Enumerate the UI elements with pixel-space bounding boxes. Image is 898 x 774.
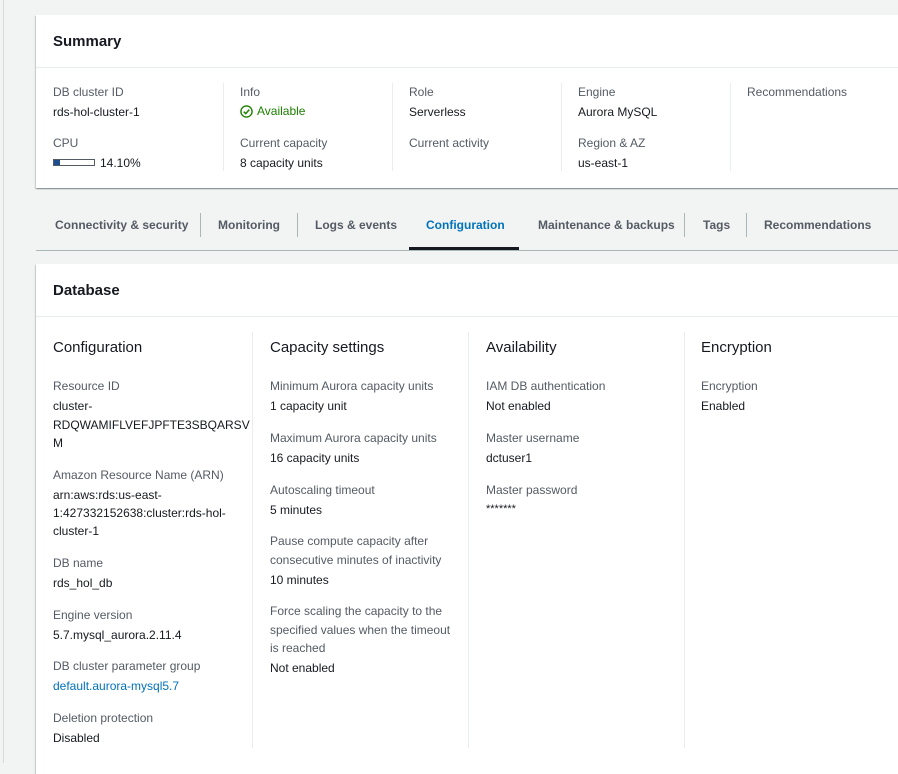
tab-connectivity-security[interactable]: Connectivity & security [55,210,188,250]
region-label: Region & AZ [578,136,646,150]
resource-id-label: Resource ID [53,379,120,393]
deletion-protection-label: Deletion protection [53,711,154,725]
pause-value: 10 minutes [270,573,329,587]
current-capacity-label: Current capacity [240,136,328,150]
configuration-heading: Configuration [53,339,143,356]
capacity-settings-heading: Capacity settings [270,339,385,356]
min-acu-label: Minimum Aurora capacity units [270,379,434,393]
tab-monitoring[interactable]: Monitoring [218,210,280,250]
current-capacity-value: 8 capacity units [240,156,323,170]
db-name-value: rds_hol_db [53,576,113,590]
master-username-value: dctuser1 [486,451,533,465]
engine-version-value: 5.7.mysql_aurora.2.11.4 [53,628,182,642]
master-password-label: Master password [486,483,578,497]
availability-heading: Availability [486,339,557,356]
autoscaling-timeout-label: Autoscaling timeout [270,483,375,497]
arn-label: Amazon Resource Name (ARN) [53,468,224,482]
iam-auth-label: IAM DB authentication [486,379,606,393]
summary-col-divider [223,83,224,171]
tab-separator [200,213,201,237]
tab-maintenance-backups[interactable]: Maintenance & backups [538,210,675,250]
database-col-divider [684,332,685,748]
role-value: Serverless [409,105,466,119]
tab-separator [297,213,298,237]
active-tab-indicator [409,247,519,250]
cpu-value: 14.10% [100,156,141,170]
summary-col-divider [561,83,562,171]
summary-title: Summary [53,33,122,50]
param-group-label: DB cluster parameter group [53,659,201,673]
pause-label-line1: Pause compute capacity after [270,534,429,548]
arn-value-line3: cluster-1 [53,524,100,538]
master-username-label: Master username [486,431,580,445]
resource-id-value-line3: M [53,436,63,450]
encryption-label: Encryption [701,379,758,393]
recommendations-label: Recommendations [747,85,848,99]
pause-label-line2: consecutive minutes of inactivity [270,553,442,567]
resource-id-value-line1: cluster- [53,399,93,413]
min-acu-value: 1 capacity unit [270,399,347,413]
max-acu-label: Maximum Aurora capacity units [270,431,437,445]
summary-header: Summary [36,15,898,68]
database-panel: Database Configuration Resource ID clust… [36,264,898,774]
tab-recommendations[interactable]: Recommendations [764,210,871,250]
tab-separator [684,213,685,237]
cpu-usage-fill [54,160,60,165]
database-header: Database [36,264,898,317]
cpu-usage-bar [53,159,95,166]
summary-col-divider [392,83,393,171]
tab-tags[interactable]: Tags [703,210,730,250]
deletion-protection-value: Disabled [53,731,100,745]
tab-configuration[interactable]: Configuration [426,210,505,250]
force-scaling-label-line1: Force scaling the capacity to the [270,604,443,618]
summary-panel: Summary DB cluster ID rds-hol-cluster-1 … [36,15,898,188]
param-group-link[interactable]: default.aurora-mysql5.7 [53,679,179,693]
current-activity-label: Current activity [409,136,490,150]
page-edge-divider [3,0,4,763]
status-available-text: Available [257,104,306,118]
arn-value-line1: arn:aws:rds:us-east- [53,488,162,502]
encryption-value: Enabled [701,399,746,413]
max-acu-value: 16 capacity units [270,451,360,465]
autoscaling-timeout-value: 5 minutes [270,503,323,517]
summary-col-divider [730,83,731,171]
force-scaling-label-line2: specified values when the timeout [270,623,451,637]
status-available: Available [240,104,305,118]
force-scaling-value: Not enabled [270,661,335,675]
tab-logs-events[interactable]: Logs & events [315,210,397,250]
force-scaling-label-line3: is reached [270,641,326,655]
check-circle-icon [240,104,253,118]
db-cluster-id-value: rds-hol-cluster-1 [53,105,140,119]
resource-id-value-line2: RDQWAMIFLVEFJPFTE3SBQARSV [53,418,250,432]
arn-value-line2: 1:427332152638:cluster:rds-hol- [53,506,226,520]
detail-tabs: Connectivity & security Monitoring Logs … [36,210,898,251]
engine-label: Engine [578,85,616,99]
tab-separator [746,213,747,237]
database-col-divider [252,332,253,748]
database-col-divider [468,332,469,748]
database-title: Database [53,282,120,299]
db-name-label: DB name [53,556,104,570]
region-value: us-east-1 [578,156,629,170]
engine-value: Aurora MySQL [578,105,658,119]
db-cluster-id-label: DB cluster ID [53,85,124,99]
engine-version-label: Engine version [53,608,133,622]
master-password-value: ******* [486,503,516,515]
iam-auth-value: Not enabled [486,399,551,413]
cpu-label: CPU [53,136,79,150]
role-label: Role [409,85,434,99]
encryption-heading: Encryption [701,339,772,356]
info-label: Info [240,85,261,99]
